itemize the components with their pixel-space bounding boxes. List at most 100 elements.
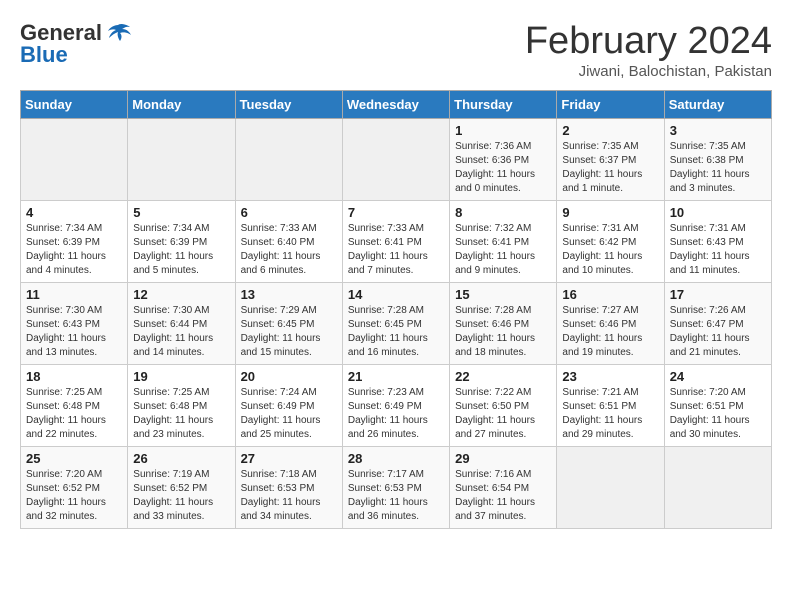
- day-header-tuesday: Tuesday: [235, 91, 342, 119]
- day-number: 4: [26, 205, 122, 220]
- calendar-cell: [235, 119, 342, 201]
- day-number: 13: [241, 287, 337, 302]
- day-header-friday: Friday: [557, 91, 664, 119]
- day-info: Sunrise: 7:35 AM Sunset: 6:38 PM Dayligh…: [670, 141, 750, 194]
- day-info: Sunrise: 7:30 AM Sunset: 6:43 PM Dayligh…: [26, 305, 106, 358]
- day-info: Sunrise: 7:16 AM Sunset: 6:54 PM Dayligh…: [455, 469, 535, 522]
- calendar-cell: 21 Sunrise: 7:23 AM Sunset: 6:49 PM Dayli…: [342, 365, 449, 447]
- day-info: Sunrise: 7:21 AM Sunset: 6:51 PM Dayligh…: [562, 387, 642, 440]
- day-number: 29: [455, 451, 551, 466]
- day-info: Sunrise: 7:36 AM Sunset: 6:36 PM Dayligh…: [455, 141, 535, 194]
- calendar-cell: 4 Sunrise: 7:34 AM Sunset: 6:39 PM Daylig…: [21, 201, 128, 283]
- calendar-cell: 17 Sunrise: 7:26 AM Sunset: 6:47 PM Dayli…: [664, 283, 771, 365]
- day-info: Sunrise: 7:28 AM Sunset: 6:45 PM Dayligh…: [348, 305, 428, 358]
- logo-blue: Blue: [20, 42, 68, 68]
- day-info: Sunrise: 7:19 AM Sunset: 6:52 PM Dayligh…: [133, 469, 213, 522]
- day-number: 27: [241, 451, 337, 466]
- day-info: Sunrise: 7:24 AM Sunset: 6:49 PM Dayligh…: [241, 387, 321, 440]
- day-header-thursday: Thursday: [450, 91, 557, 119]
- calendar-header-row: SundayMondayTuesdayWednesdayThursdayFrid…: [21, 91, 772, 119]
- calendar-cell: 25 Sunrise: 7:20 AM Sunset: 6:52 PM Dayli…: [21, 447, 128, 529]
- calendar-week-row: 4 Sunrise: 7:34 AM Sunset: 6:39 PM Daylig…: [21, 201, 772, 283]
- day-number: 8: [455, 205, 551, 220]
- day-number: 11: [26, 287, 122, 302]
- day-info: Sunrise: 7:29 AM Sunset: 6:45 PM Dayligh…: [241, 305, 321, 358]
- calendar-cell: 26 Sunrise: 7:19 AM Sunset: 6:52 PM Dayli…: [128, 447, 235, 529]
- calendar-week-row: 18 Sunrise: 7:25 AM Sunset: 6:48 PM Dayli…: [21, 365, 772, 447]
- day-number: 7: [348, 205, 444, 220]
- location: Jiwani, Balochistan, Pakistan: [525, 63, 772, 80]
- title-block: February 2024 Jiwani, Balochistan, Pakis…: [525, 20, 772, 80]
- calendar-cell: 22 Sunrise: 7:22 AM Sunset: 6:50 PM Dayli…: [450, 365, 557, 447]
- day-info: Sunrise: 7:20 AM Sunset: 6:52 PM Dayligh…: [26, 469, 106, 522]
- calendar-cell: 11 Sunrise: 7:30 AM Sunset: 6:43 PM Dayli…: [21, 283, 128, 365]
- day-info: Sunrise: 7:34 AM Sunset: 6:39 PM Dayligh…: [26, 223, 106, 276]
- day-info: Sunrise: 7:23 AM Sunset: 6:49 PM Dayligh…: [348, 387, 428, 440]
- calendar-cell: 13 Sunrise: 7:29 AM Sunset: 6:45 PM Dayli…: [235, 283, 342, 365]
- day-info: Sunrise: 7:30 AM Sunset: 6:44 PM Dayligh…: [133, 305, 213, 358]
- calendar-table: SundayMondayTuesdayWednesdayThursdayFrid…: [20, 90, 772, 529]
- calendar-cell: 10Sunrise: 7:31 AM Sunset: 6:43 PM Dayli…: [664, 201, 771, 283]
- calendar-cell: [664, 447, 771, 529]
- calendar-cell: 6 Sunrise: 7:33 AM Sunset: 6:40 PM Daylig…: [235, 201, 342, 283]
- calendar-cell: 29 Sunrise: 7:16 AM Sunset: 6:54 PM Dayli…: [450, 447, 557, 529]
- day-info: Sunrise: 7:20 AM Sunset: 6:51 PM Dayligh…: [670, 387, 750, 440]
- calendar-cell: [128, 119, 235, 201]
- day-number: 2: [562, 123, 658, 138]
- day-info: Sunrise: 7:33 AM Sunset: 6:41 PM Dayligh…: [348, 223, 428, 276]
- day-number: 28: [348, 451, 444, 466]
- day-number: 3: [670, 123, 766, 138]
- calendar-cell: 15 Sunrise: 7:28 AM Sunset: 6:46 PM Dayli…: [450, 283, 557, 365]
- calendar-cell: 20Sunrise: 7:24 AM Sunset: 6:49 PM Dayli…: [235, 365, 342, 447]
- day-info: Sunrise: 7:25 AM Sunset: 6:48 PM Dayligh…: [26, 387, 106, 440]
- day-number: 1: [455, 123, 551, 138]
- day-number: 9: [562, 205, 658, 220]
- day-info: Sunrise: 7:34 AM Sunset: 6:39 PM Dayligh…: [133, 223, 213, 276]
- day-info: Sunrise: 7:25 AM Sunset: 6:48 PM Dayligh…: [133, 387, 213, 440]
- day-info: Sunrise: 7:18 AM Sunset: 6:53 PM Dayligh…: [241, 469, 321, 522]
- day-number: 14: [348, 287, 444, 302]
- calendar-cell: 1 Sunrise: 7:36 AM Sunset: 6:36 PM Daylig…: [450, 119, 557, 201]
- day-header-sunday: Sunday: [21, 91, 128, 119]
- day-number: 21: [348, 369, 444, 384]
- calendar-cell: 18 Sunrise: 7:25 AM Sunset: 6:48 PM Dayli…: [21, 365, 128, 447]
- calendar-week-row: 11 Sunrise: 7:30 AM Sunset: 6:43 PM Dayli…: [21, 283, 772, 365]
- day-info: Sunrise: 7:27 AM Sunset: 6:46 PM Dayligh…: [562, 305, 642, 358]
- calendar-cell: 27 Sunrise: 7:18 AM Sunset: 6:53 PM Dayli…: [235, 447, 342, 529]
- calendar-cell: 7 Sunrise: 7:33 AM Sunset: 6:41 PM Daylig…: [342, 201, 449, 283]
- calendar-cell: 8 Sunrise: 7:32 AM Sunset: 6:41 PM Daylig…: [450, 201, 557, 283]
- day-number: 18: [26, 369, 122, 384]
- day-info: Sunrise: 7:22 AM Sunset: 6:50 PM Dayligh…: [455, 387, 535, 440]
- calendar-cell: 24 Sunrise: 7:20 AM Sunset: 6:51 PM Dayli…: [664, 365, 771, 447]
- calendar-week-row: 25 Sunrise: 7:20 AM Sunset: 6:52 PM Dayli…: [21, 447, 772, 529]
- day-number: 26: [133, 451, 229, 466]
- day-info: Sunrise: 7:32 AM Sunset: 6:41 PM Dayligh…: [455, 223, 535, 276]
- calendar-cell: 12Sunrise: 7:30 AM Sunset: 6:44 PM Dayli…: [128, 283, 235, 365]
- calendar-cell: [557, 447, 664, 529]
- page-header: General Blue February 2024 Jiwani, Baloc…: [20, 20, 772, 80]
- day-info: Sunrise: 7:17 AM Sunset: 6:53 PM Dayligh…: [348, 469, 428, 522]
- calendar-cell: [21, 119, 128, 201]
- calendar-cell: 9Sunrise: 7:31 AM Sunset: 6:42 PM Daylig…: [557, 201, 664, 283]
- calendar-cell: 14 Sunrise: 7:28 AM Sunset: 6:45 PM Dayli…: [342, 283, 449, 365]
- day-number: 10: [670, 205, 766, 220]
- day-number: 23: [562, 369, 658, 384]
- day-number: 19: [133, 369, 229, 384]
- day-info: Sunrise: 7:33 AM Sunset: 6:40 PM Dayligh…: [241, 223, 321, 276]
- day-number: 25: [26, 451, 122, 466]
- calendar-cell: 2Sunrise: 7:35 AM Sunset: 6:37 PM Daylig…: [557, 119, 664, 201]
- day-number: 22: [455, 369, 551, 384]
- day-info: Sunrise: 7:28 AM Sunset: 6:46 PM Dayligh…: [455, 305, 535, 358]
- calendar-cell: 23 Sunrise: 7:21 AM Sunset: 6:51 PM Dayli…: [557, 365, 664, 447]
- calendar-cell: 16Sunrise: 7:27 AM Sunset: 6:46 PM Dayli…: [557, 283, 664, 365]
- day-number: 17: [670, 287, 766, 302]
- day-number: 5: [133, 205, 229, 220]
- day-number: 24: [670, 369, 766, 384]
- day-number: 6: [241, 205, 337, 220]
- day-header-wednesday: Wednesday: [342, 91, 449, 119]
- calendar-cell: [342, 119, 449, 201]
- calendar-cell: 5 Sunrise: 7:34 AM Sunset: 6:39 PM Daylig…: [128, 201, 235, 283]
- day-info: Sunrise: 7:26 AM Sunset: 6:47 PM Dayligh…: [670, 305, 750, 358]
- day-number: 15: [455, 287, 551, 302]
- calendar-cell: 28 Sunrise: 7:17 AM Sunset: 6:53 PM Dayli…: [342, 447, 449, 529]
